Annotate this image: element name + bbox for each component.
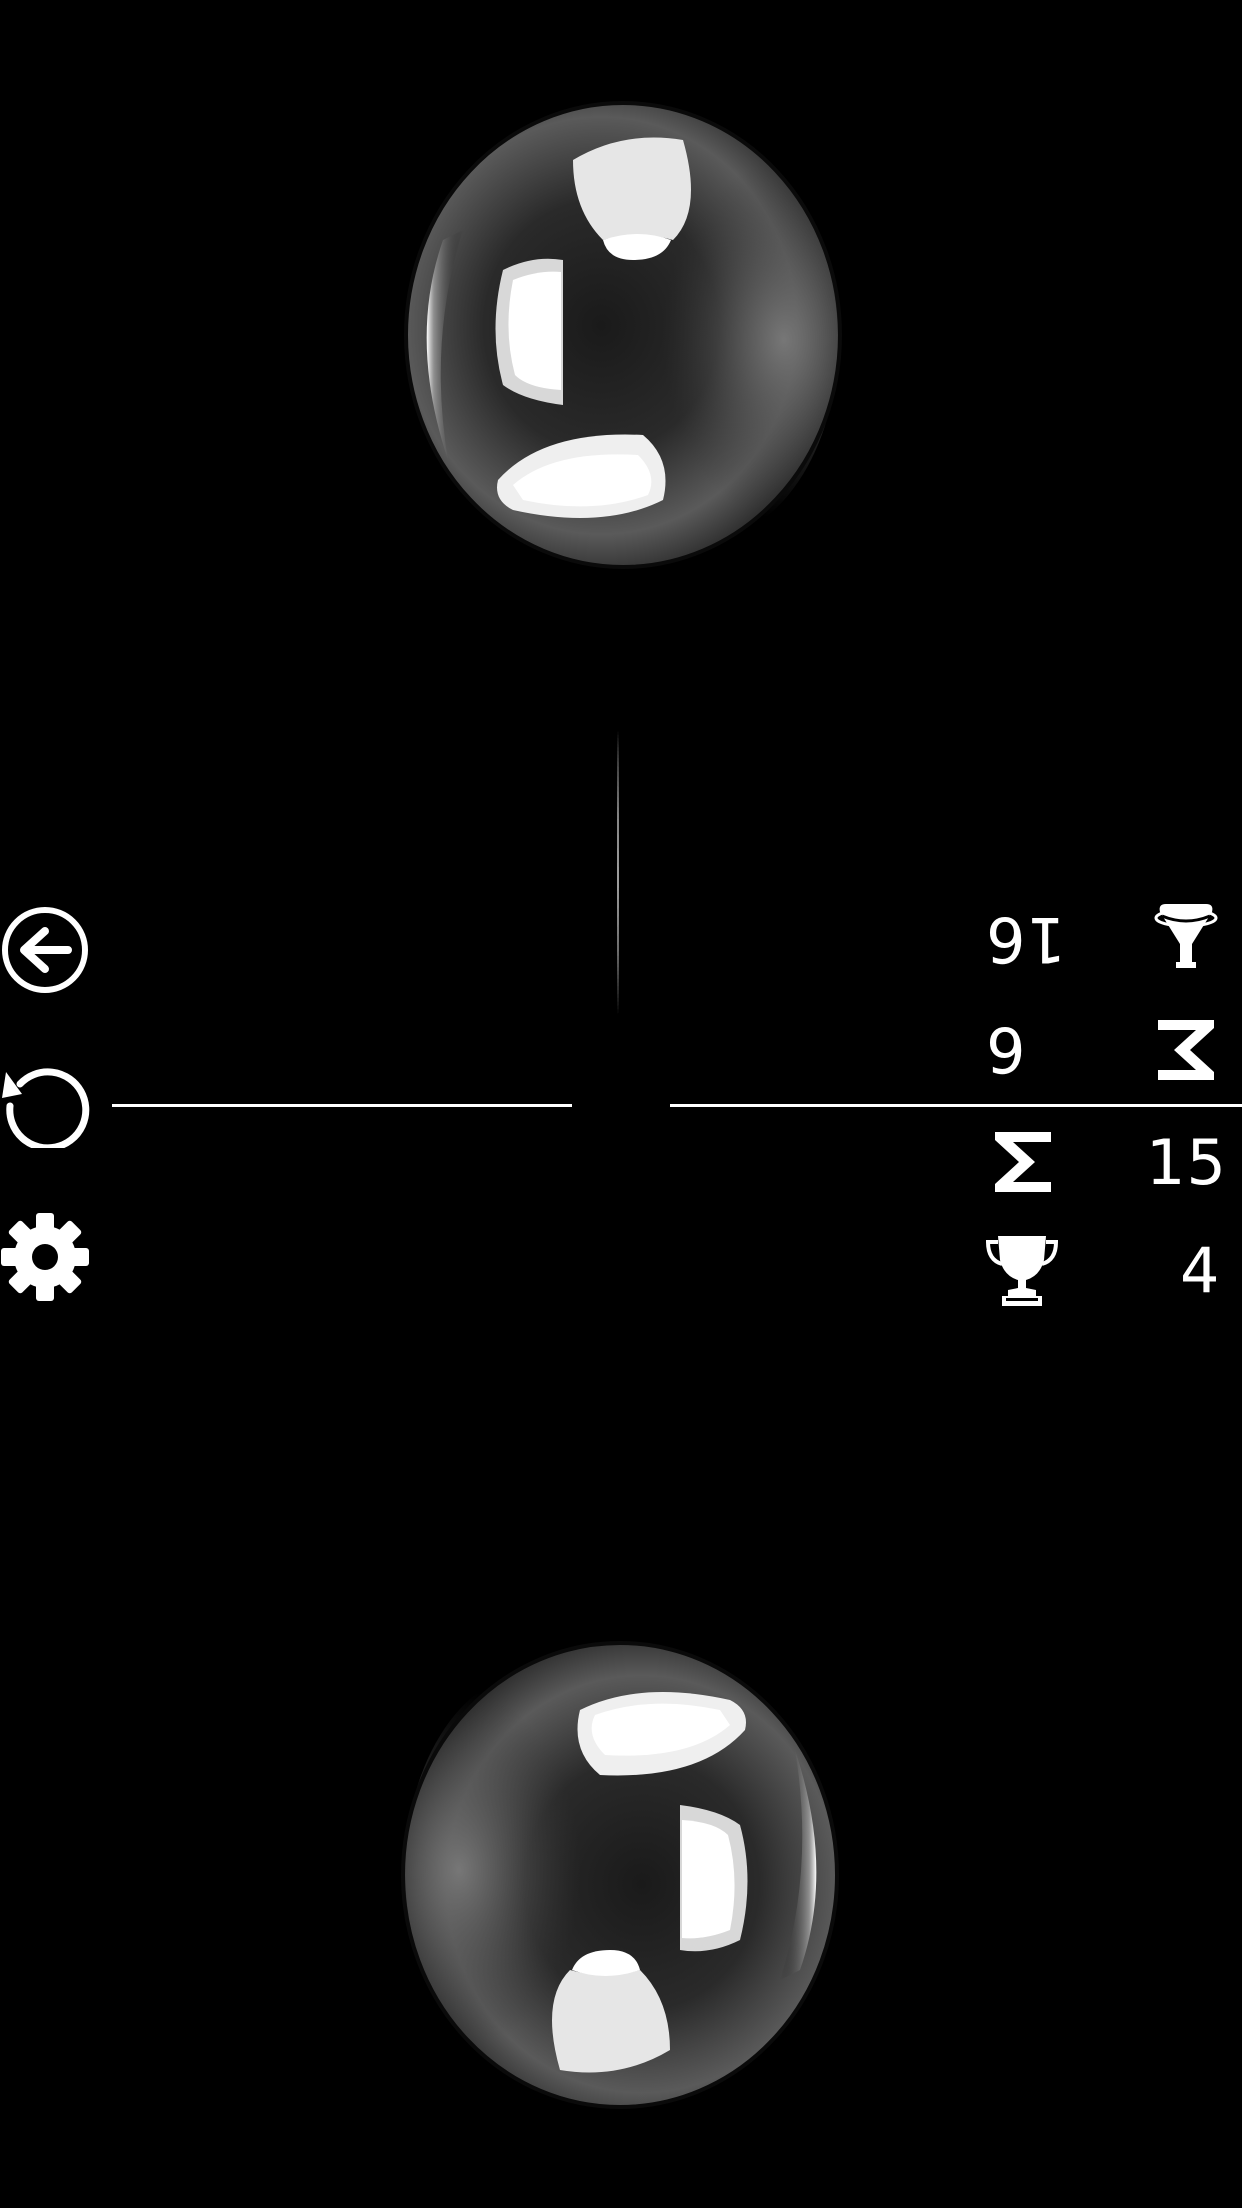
player-total-value: 15 [1146,1126,1227,1199]
opponent-total-value: 6 [985,1013,1026,1086]
settings-button[interactable] [0,1212,90,1302]
center-guide-line [617,730,619,1015]
sigma-icon [1158,1020,1214,1080]
arrow-left-circle-icon [2,907,88,993]
opponent-moves-value: 16 [985,903,1066,976]
back-button[interactable] [0,905,90,995]
top-ball[interactable] [403,100,843,570]
flask-icon [1154,904,1218,968]
center-line-left [112,1104,572,1107]
center-line-right [670,1104,1242,1107]
restart-icon [2,1068,90,1152]
sigma-icon [995,1132,1051,1192]
bottom-ball[interactable] [400,1640,840,2110]
restart-button[interactable] [0,1058,90,1152]
gear-icon [1,1213,89,1301]
trophy-icon [985,1236,1059,1306]
player-wins-value: 4 [1180,1234,1221,1307]
